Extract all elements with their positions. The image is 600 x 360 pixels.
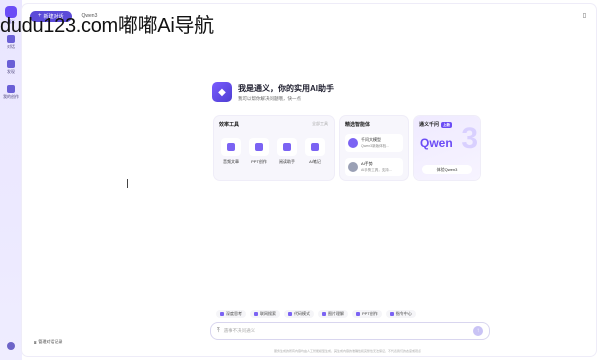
send-icon[interactable]: ↑: [473, 326, 483, 336]
rail-item-label: 发现: [7, 69, 15, 74]
reading-icon: [283, 143, 291, 151]
manage-history-label: 管理对话记录: [38, 339, 63, 344]
agent-icon: [348, 162, 358, 172]
qwen-promo-card[interactable]: 通义千问 上新 3 Qwen 体验Qwen3: [414, 116, 480, 180]
disclaimer: 服务生成的所有内容均由人工智能模型生成，其生成内容的准确性和完整性无法保证，不代…: [274, 349, 422, 353]
try-qwen3-label: 体验Qwen3: [436, 166, 458, 172]
agent-name: AI手势: [361, 161, 373, 166]
try-qwen3-button[interactable]: 体验Qwen3: [422, 165, 472, 174]
grid-icon: [7, 60, 15, 68]
pill-code-mode[interactable]: 代码模式: [284, 310, 314, 318]
folder-icon: [7, 85, 15, 93]
quick-actions: 深度思考 联网搜索 代码模式 图片理解 PPT创作 指令中心: [216, 310, 416, 318]
pill-deep-thinking[interactable]: 深度思考: [216, 310, 246, 318]
qwen-brand: Qwen: [420, 136, 453, 150]
avatar[interactable]: [7, 342, 15, 350]
text-cursor: [127, 179, 128, 188]
rail-item-discover[interactable]: 发现: [7, 60, 15, 75]
qwen-3-graphic: 3: [461, 122, 478, 155]
manage-history-link[interactable]: ⌸ 管理对话记录: [34, 339, 62, 345]
assistant-logo-icon: ◆: [212, 82, 232, 102]
agent-desc: Qwen3新版体验...: [361, 144, 390, 148]
hero-subtitle: 我可以帮你解决问题哦，快一点: [238, 95, 301, 101]
tool-label: PPT创作: [251, 159, 267, 164]
card-title: 通义千问: [419, 122, 440, 128]
code-icon: [288, 312, 292, 316]
rail-item-label: 对话: [7, 44, 15, 49]
ppt-icon: [356, 312, 360, 316]
pill-label: 联网搜索: [260, 311, 276, 316]
main-panel: + 新建对话 Qwen3 ▯ ◆ 我是通义，你的实用AI助手 我可以帮你解决问题…: [22, 4, 596, 356]
agent-item[interactable]: AI手势 AI手势工具，支持...: [345, 158, 403, 176]
cards-row: 效率工具 全部工具 音频文章 PPT创作 阅读助手 AI笔记 精选智能体 千问大…: [214, 116, 480, 180]
pill-image-understand[interactable]: 图片理解: [318, 310, 348, 318]
tool-reading[interactable]: 阅读助手: [275, 138, 299, 165]
rail-item-label: 我的创作: [3, 94, 19, 99]
tool-audio-article[interactable]: 音频文章: [219, 138, 243, 165]
card-title: 精选智能体: [345, 122, 371, 128]
new-badge: 上新: [441, 122, 453, 128]
history-icon: ⌸: [34, 339, 37, 345]
pill-label: 指令中心: [395, 311, 412, 316]
pill-web-search[interactable]: 联网搜索: [250, 310, 280, 318]
tool-label: 音频文章: [223, 159, 239, 164]
pill-label: PPT创作: [362, 311, 378, 316]
featured-agents-card: 精选智能体 千问大模型 Qwen3新版体验... AI手势 AI手势工具，支持.…: [340, 116, 408, 180]
left-rail: 通义 对话 发现 我的创作: [0, 0, 22, 360]
pill-label: 图片理解: [328, 311, 344, 316]
ppt-icon: [255, 143, 263, 151]
sidebar-toggle-icon[interactable]: ▯: [583, 12, 586, 19]
upload-icon[interactable]: ⤒: [217, 328, 220, 335]
agent-icon: [348, 138, 358, 148]
think-icon: [220, 312, 224, 316]
pill-label: 代码模式: [294, 311, 310, 316]
image-icon: [322, 312, 326, 316]
hero: ◆ 我是通义，你的实用AI助手 我可以帮你解决问题哦，快一点: [212, 82, 334, 102]
watermark: dudu123.com嘟嘟Ai导航: [0, 15, 214, 37]
all-tools-link[interactable]: 全部工具: [312, 121, 328, 127]
rail-item-creations[interactable]: 我的创作: [3, 85, 19, 100]
agent-name: 千问大模型: [361, 137, 381, 142]
tool-label: AI笔记: [309, 159, 321, 164]
tool-label: 阅读助手: [279, 159, 295, 164]
agent-item[interactable]: 千问大模型 Qwen3新版体验...: [345, 134, 403, 152]
chat-input[interactable]: 遇事不决问通义: [224, 328, 469, 334]
tool-ai-notes[interactable]: AI笔记: [303, 138, 327, 165]
tool-ppt[interactable]: PPT创作: [247, 138, 271, 165]
agent-desc: AI手势工具，支持...: [361, 168, 392, 172]
pill-ppt[interactable]: PPT创作: [352, 310, 382, 318]
pill-label: 深度思考: [226, 311, 242, 316]
efficiency-tools-card: 效率工具 全部工具 音频文章 PPT创作 阅读助手 AI笔记: [214, 116, 334, 180]
chat-input-box[interactable]: ⤒ 遇事不决问通义 ↑: [210, 322, 490, 340]
audio-icon: [227, 143, 235, 151]
notes-icon: [311, 143, 319, 151]
command-icon: [389, 312, 394, 316]
hero-title: 我是通义，你的实用AI助手: [238, 83, 334, 93]
search-icon: [254, 312, 258, 316]
pill-command-center[interactable]: 指令中心: [385, 310, 416, 318]
